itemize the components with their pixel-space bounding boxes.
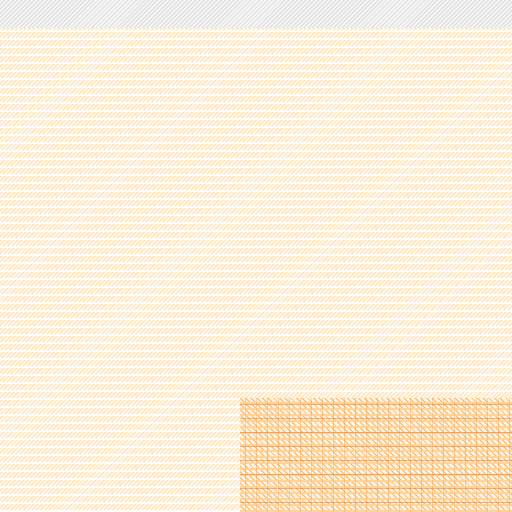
glitch-block	[240, 398, 512, 512]
glitch-noise	[240, 398, 512, 512]
screen	[0, 0, 512, 512]
top-strip	[0, 0, 512, 28]
